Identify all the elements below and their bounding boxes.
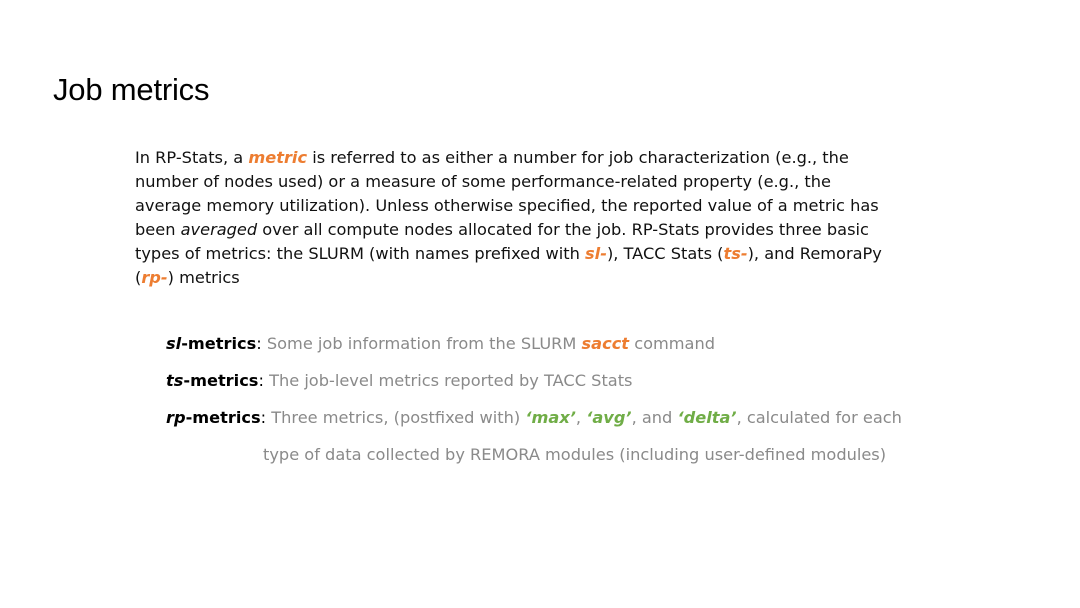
delta-term: ‘delta’ — [677, 408, 737, 427]
item-text: , — [575, 408, 587, 427]
avg-term: ‘avg’ — [586, 408, 632, 427]
metric-types-list: sl-metrics: Some job information from th… — [166, 332, 902, 480]
paragraph-line-4: been averaged over all compute nodes all… — [135, 218, 895, 242]
text-run: is referred to as either a number for jo… — [307, 148, 849, 167]
intro-paragraph: In RP-Stats, a metric is referred to as … — [135, 146, 895, 290]
item-text: command — [629, 334, 715, 353]
item-key: ts-metrics — [166, 371, 258, 390]
item-key: sl-metrics — [166, 334, 256, 353]
item-text: , and — [631, 408, 678, 427]
item-key-prefix: sl — [166, 334, 182, 353]
list-item-sl-metrics: sl-metrics: Some job information from th… — [166, 332, 902, 369]
text-run: ), and RemoraPy — [747, 244, 882, 263]
item-key: rp-metrics — [166, 408, 261, 427]
text-run: ), TACC Stats ( — [606, 244, 724, 263]
item-text: The job-level metrics reported by TACC S… — [269, 371, 633, 390]
slide: Job metrics In RP-Stats, a metric is ref… — [0, 0, 1080, 608]
metric-term: metric — [248, 148, 308, 167]
list-item-rp-metrics: rp-metrics: Three metrics, (postfixed wi… — [166, 406, 902, 443]
paragraph-line-2: number of nodes used) or a measure of so… — [135, 172, 831, 191]
paragraph-line-5: types of metrics: the SLURM (with names … — [135, 242, 895, 266]
item-text: Some job information from the SLURM — [266, 334, 582, 353]
item-colon: : — [260, 408, 272, 427]
max-term: ‘max’ — [525, 408, 576, 427]
slide-title: Job metrics — [53, 72, 210, 107]
text-run: been — [135, 220, 181, 239]
item-text: Three metrics, (postfixed with) — [271, 408, 526, 427]
item-key-suffix: -metrics — [185, 408, 261, 427]
averaged-term: averaged — [180, 220, 258, 239]
item-key-suffix: -metrics — [183, 371, 259, 390]
item-colon: : — [258, 371, 270, 390]
paragraph-line-3: average memory utilization). Unless othe… — [135, 196, 879, 215]
list-item-ts-metrics: ts-metrics: The job-level metrics report… — [166, 369, 902, 406]
item-key-prefix: ts — [166, 371, 184, 390]
text-run: ) metrics — [167, 268, 240, 287]
item-key-suffix: -metrics — [181, 334, 257, 353]
paragraph-line-6: (rp-) metrics — [135, 266, 895, 290]
sacct-term: sacct — [581, 334, 630, 353]
text-run: types of metrics: the SLURM (with names … — [135, 244, 586, 263]
item-key-prefix: rp — [166, 408, 186, 427]
list-item-rp-continuation: type of data collected by REMORA modules… — [263, 445, 887, 464]
text-run: over all compute nodes allocated for the… — [257, 220, 869, 239]
sl-prefix-term: sl- — [585, 244, 607, 263]
item-colon: : — [256, 334, 267, 353]
text-run: In RP-Stats, a — [135, 148, 249, 167]
rp-prefix-term: rp- — [141, 268, 168, 287]
paragraph-line-1: In RP-Stats, a metric is referred to as … — [135, 146, 895, 170]
item-text: , calculated for each — [736, 408, 902, 427]
ts-prefix-term: ts- — [723, 244, 748, 263]
